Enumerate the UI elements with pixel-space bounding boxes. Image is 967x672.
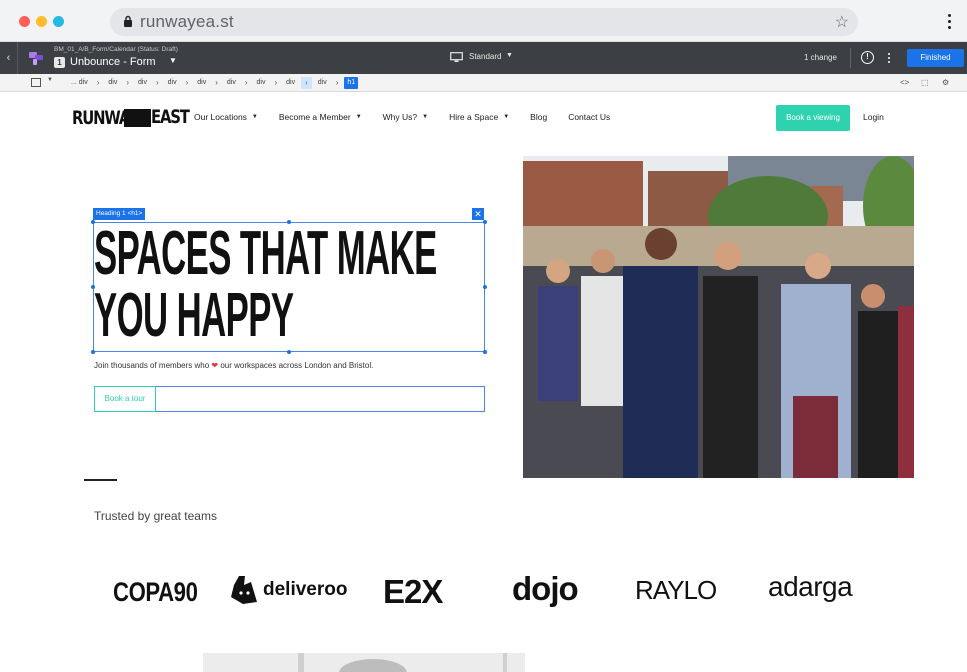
chevron-right-icon: › xyxy=(215,78,218,87)
logo-text-right: EAST xyxy=(151,106,190,128)
breadcrumb: ... div › div › div › div › div › div › … xyxy=(68,75,359,91)
logo-block xyxy=(124,109,151,127)
lock-icon xyxy=(124,15,132,27)
close-window-button[interactable] xyxy=(19,16,30,27)
chevron-down-icon[interactable]: ▼ xyxy=(169,56,177,65)
breadcrumb-item[interactable]: ... div xyxy=(68,77,91,89)
brand-logo-e2x: E2X xyxy=(383,573,443,610)
breadcrumb-item[interactable]: div xyxy=(224,77,239,89)
nav-become-member[interactable]: Become a Member ▼ xyxy=(279,112,362,122)
device-label: Standard xyxy=(469,52,502,61)
heart-icon: ❤ xyxy=(211,361,219,370)
code-icon[interactable]: <> xyxy=(900,78,909,88)
hero-subline: Join thousands of members who ❤ our work… xyxy=(94,361,373,370)
main-nav: Our Locations ▼ Become a Member ▼ Why Us? ▼… xyxy=(194,112,631,122)
book-viewing-button[interactable]: Book a viewing xyxy=(776,105,850,131)
resize-handle[interactable] xyxy=(91,350,95,354)
subline-start: Join thousands of members who xyxy=(94,361,210,370)
resize-handle[interactable] xyxy=(287,350,291,354)
brand-logo-copa90: COPA90 xyxy=(113,577,198,607)
breadcrumb-item[interactable]: div xyxy=(194,77,209,89)
document-number-badge: 1 xyxy=(54,57,65,68)
document-path: BM_01_A/B_Form/Calendar (Status: Draft) xyxy=(54,46,178,53)
login-link[interactable]: Login xyxy=(863,112,884,122)
site-logo[interactable]: RUNWAY EAST xyxy=(72,106,190,130)
select-element-icon[interactable] xyxy=(31,78,41,87)
finished-button[interactable]: Finished xyxy=(907,49,964,67)
browser-chrome: runwayea.st ☆ xyxy=(0,0,967,42)
nav-our-locations[interactable]: Our Locations ▼ xyxy=(194,112,258,122)
nav-label: Our Locations xyxy=(194,112,247,122)
brand-logo-deliveroo: deliveroo xyxy=(263,579,348,600)
close-icon[interactable]: ✕ xyxy=(472,208,484,220)
breadcrumb-item[interactable]: div xyxy=(105,77,120,89)
breadcrumb-item[interactable]: div xyxy=(135,77,150,89)
chevron-right-icon: › xyxy=(274,78,278,87)
document-title[interactable]: Unbounce - Form xyxy=(70,56,156,68)
url-text: runwayea.st xyxy=(140,12,234,31)
brand-logo-raylo: RAYLO xyxy=(635,575,717,605)
nav-label: Hire a Space xyxy=(449,112,499,122)
element-path-bar: ▼ ... div › div › div › div › div › div … xyxy=(0,74,967,92)
chevron-down-icon[interactable]: ▼ xyxy=(47,77,53,83)
nav-why-us[interactable]: Why Us? ▼ xyxy=(383,112,428,122)
nav-label: Contact Us xyxy=(568,112,611,122)
browser-window: runwayea.st ☆ ‹ BM_01_A/B_Form/Calendar … xyxy=(0,0,967,672)
chevron-right-icon: › xyxy=(335,78,339,87)
brand-logo-adarga: adarga xyxy=(768,571,853,602)
breadcrumb-item[interactable]: div xyxy=(254,77,269,89)
address-bar[interactable]: runwayea.st ☆ xyxy=(110,8,858,36)
chevron-right-icon: › xyxy=(155,78,159,87)
extension-logo-icon xyxy=(29,52,43,65)
page-title[interactable]: SPACES THAT MAKE YOU HAPPY xyxy=(94,223,494,347)
more-options-icon[interactable] xyxy=(886,52,892,64)
gear-icon[interactable]: ⚙ xyxy=(942,78,949,88)
caret-down-icon: ▼ xyxy=(422,114,429,120)
nav-hire-space[interactable]: Hire a Space ▼ xyxy=(449,112,509,122)
bookmark-star-icon[interactable]: ☆ xyxy=(835,12,849,32)
hero-photo xyxy=(523,156,914,478)
caret-down-icon: ▼ xyxy=(503,114,510,120)
breadcrumb-item[interactable]: div xyxy=(315,77,330,89)
nav-contact[interactable]: Contact Us xyxy=(568,112,610,122)
website-page: RUNWAY EAST Our Locations ▼ Become a Memb… xyxy=(0,92,967,672)
monitor-icon xyxy=(450,52,463,62)
chevron-right-icon: › xyxy=(96,78,100,87)
info-icon[interactable]: ! xyxy=(861,51,874,64)
resize-handle[interactable] xyxy=(483,350,487,354)
subline-end: our workspaces across London and Bristol… xyxy=(220,361,374,370)
editor-toolbar: ‹ BM_01_A/B_Form/Calendar (Status: Draft… xyxy=(0,42,967,74)
minimize-window-button[interactable] xyxy=(36,16,47,27)
chevron-right-icon: › xyxy=(244,78,248,87)
chevron-right-icon: › xyxy=(301,77,312,89)
chevron-down-icon: ▼ xyxy=(506,52,513,59)
nav-label: Become a Member xyxy=(278,112,351,122)
brand-logo-dojo: dojo xyxy=(512,570,579,607)
nav-label: Why Us? xyxy=(382,112,418,122)
caret-down-icon: ▼ xyxy=(355,114,362,120)
divider xyxy=(850,48,851,68)
breadcrumb-item[interactable]: div xyxy=(165,77,180,89)
breadcrumb-item-active[interactable]: h1 xyxy=(344,77,359,89)
inspect-icon[interactable]: ⬚ xyxy=(921,78,929,88)
trusted-heading: Trusted by great teams xyxy=(94,509,217,523)
chevron-right-icon: › xyxy=(185,78,189,87)
back-arrow-icon[interactable]: ‹ xyxy=(0,42,18,74)
change-count[interactable]: 1 change xyxy=(804,53,837,62)
maximize-window-button[interactable] xyxy=(53,16,64,27)
nav-blog[interactable]: Blog xyxy=(530,112,547,122)
breadcrumb-item[interactable]: div xyxy=(283,77,298,89)
nav-label: Blog xyxy=(530,112,548,122)
chevron-right-icon: › xyxy=(126,78,130,87)
lower-section-image xyxy=(203,653,525,672)
deliveroo-kangaroo-icon xyxy=(231,576,257,609)
browser-menu-icon[interactable] xyxy=(944,12,954,32)
book-tour-button[interactable]: Book a tour xyxy=(94,386,156,412)
caret-down-icon: ▼ xyxy=(251,114,258,120)
section-divider xyxy=(84,479,117,481)
brand-logos: COPA90 deliveroo E2X dojo RAYLO adarga xyxy=(0,570,967,610)
